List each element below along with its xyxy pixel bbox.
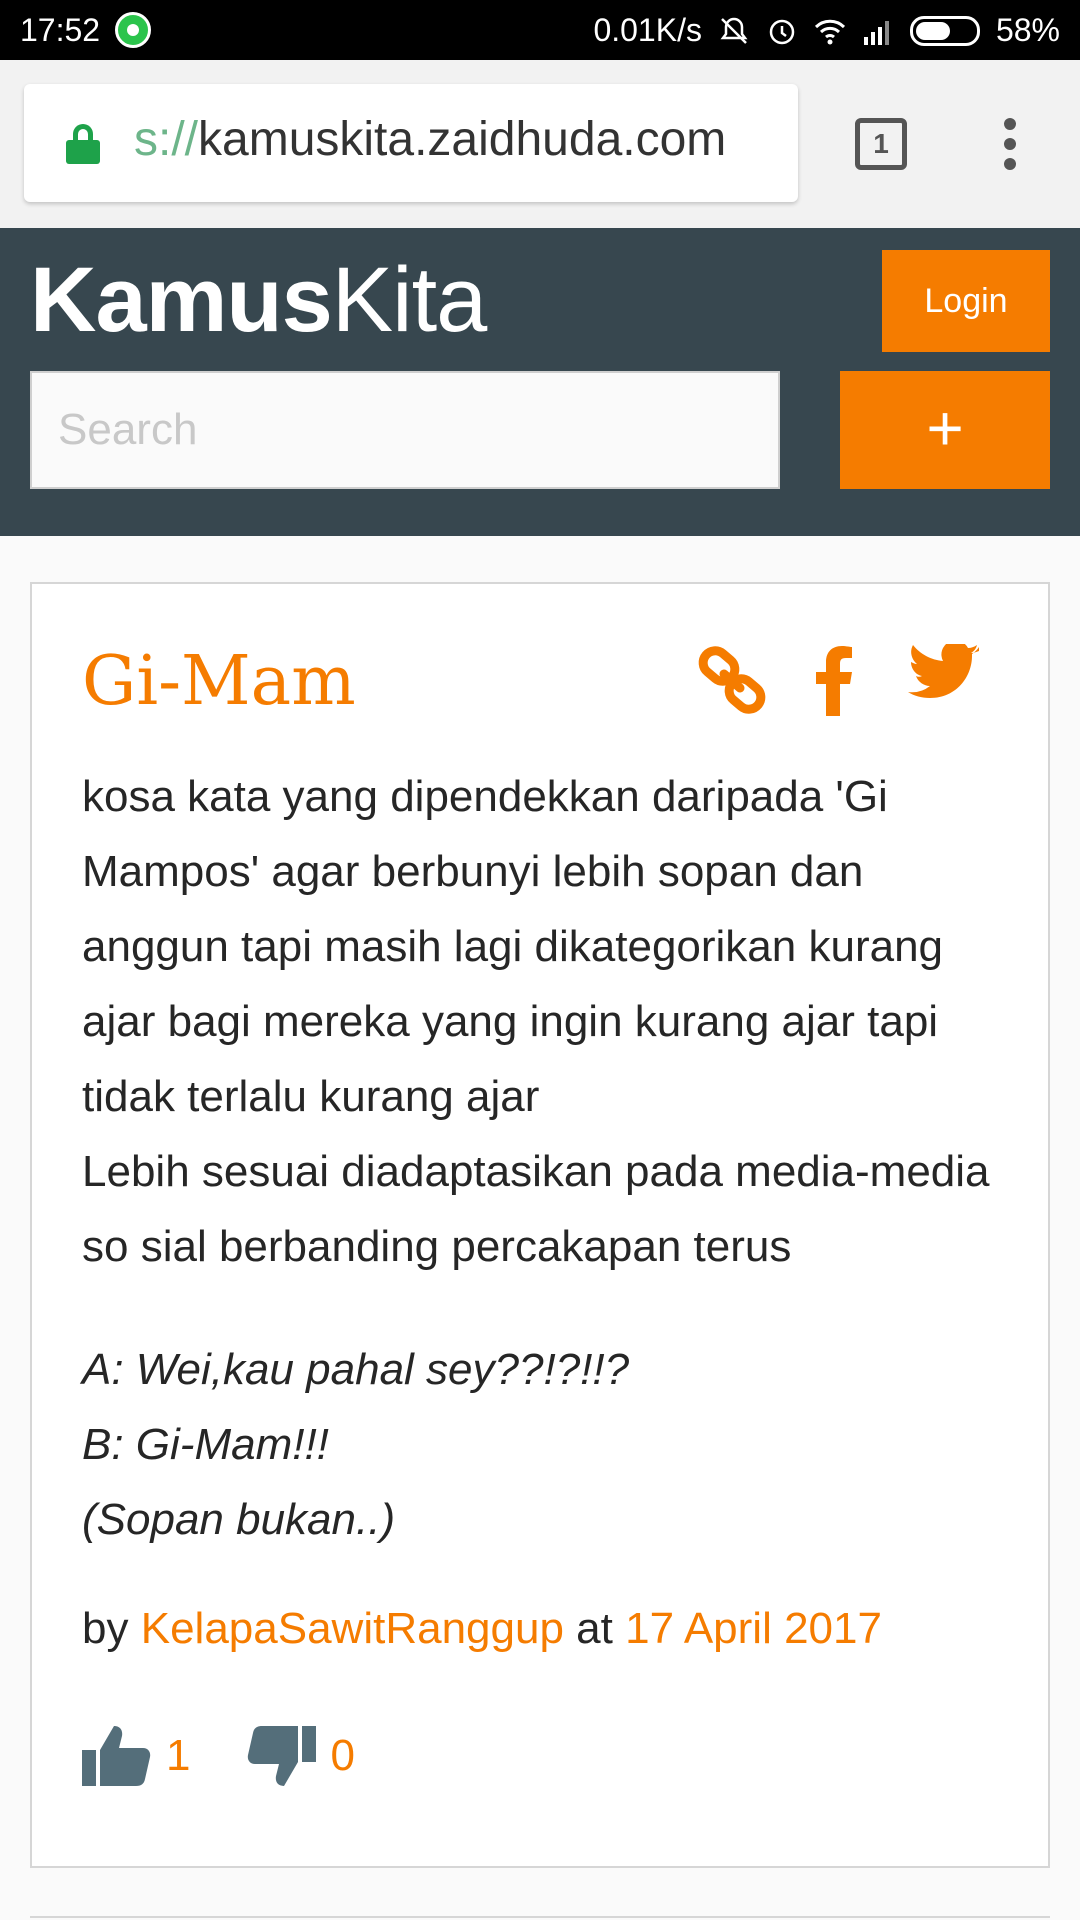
add-word-button[interactable]: + — [840, 371, 1050, 489]
entry-example: A: Wei,kau pahal sey??!?!!? B: Gi-Mam!!!… — [82, 1345, 630, 1544]
twitter-icon[interactable] — [908, 644, 980, 706]
whatsapp-icon — [115, 12, 151, 48]
logo-bold: Kamus — [30, 249, 333, 351]
date-link[interactable]: 17 April 2017 — [625, 1604, 882, 1653]
at-label: at — [576, 1604, 613, 1653]
url-host: kamuskita.zaidhuda.com — [198, 113, 727, 166]
url-scheme: s:// — [134, 113, 199, 166]
by-label: by — [82, 1604, 129, 1653]
vote-bar: 1 0 — [82, 1724, 411, 1788]
thumbs-up-icon — [82, 1726, 151, 1786]
downvote-count: 0 — [330, 1731, 355, 1780]
tab-switcher-button[interactable]: 1 — [855, 118, 907, 170]
card-divider — [30, 1916, 1050, 1918]
author-link[interactable]: KelapaSawitRanggup — [141, 1604, 564, 1653]
signal-icon — [863, 20, 889, 45]
permalink-icon[interactable] — [696, 644, 768, 716]
site-header: KamusKita Login + — [0, 228, 1080, 536]
wifi-icon — [814, 19, 846, 44]
battery-percent: 58% — [995, 12, 1060, 48]
url-bar[interactable]: s://kamuskita.zaidhuda.com — [24, 84, 798, 202]
downvote-button[interactable]: 0 — [246, 1724, 355, 1788]
entry-definition: kosa kata yang dipendekkan daripada 'Gi … — [82, 759, 1012, 1284]
thumbs-down-icon — [248, 1726, 317, 1786]
lock-icon — [66, 124, 100, 164]
alarm-icon — [769, 19, 795, 44]
search-input[interactable] — [30, 371, 780, 489]
entry-byline: by KelapaSawitRanggup at 17 April 2017 — [82, 1604, 882, 1654]
entry-word[interactable]: Gi-Mam — [82, 642, 356, 721]
entry-card: Gi-Mam kosa kata yang dipendekkan daripa… — [30, 582, 1050, 1868]
url-text[interactable]: s://kamuskita.zaidhuda.com — [134, 112, 726, 167]
logo-light: Kita — [331, 249, 488, 351]
mute-icon — [720, 17, 748, 44]
login-button[interactable]: Login — [882, 250, 1050, 352]
browser-toolbar: s://kamuskita.zaidhuda.com 1 — [0, 60, 1080, 228]
battery-icon — [909, 15, 980, 46]
status-time: 17:52 — [20, 12, 101, 48]
battery-fill — [915, 21, 950, 40]
site-logo[interactable]: KamusKita — [30, 248, 488, 353]
facebook-icon[interactable] — [812, 644, 856, 716]
definition-text: kosa kata yang dipendekkan daripada 'Gi … — [82, 772, 990, 1271]
status-bar: 17:52 0.01K/s 58% — [0, 0, 1080, 60]
overflow-menu-icon[interactable] — [1000, 118, 1020, 174]
upvote-button[interactable]: 1 — [82, 1724, 190, 1788]
upvote-count: 1 — [166, 1731, 191, 1780]
network-speed: 0.01K/s — [593, 12, 702, 48]
status-right: 0.01K/s 58% — [593, 12, 1060, 49]
